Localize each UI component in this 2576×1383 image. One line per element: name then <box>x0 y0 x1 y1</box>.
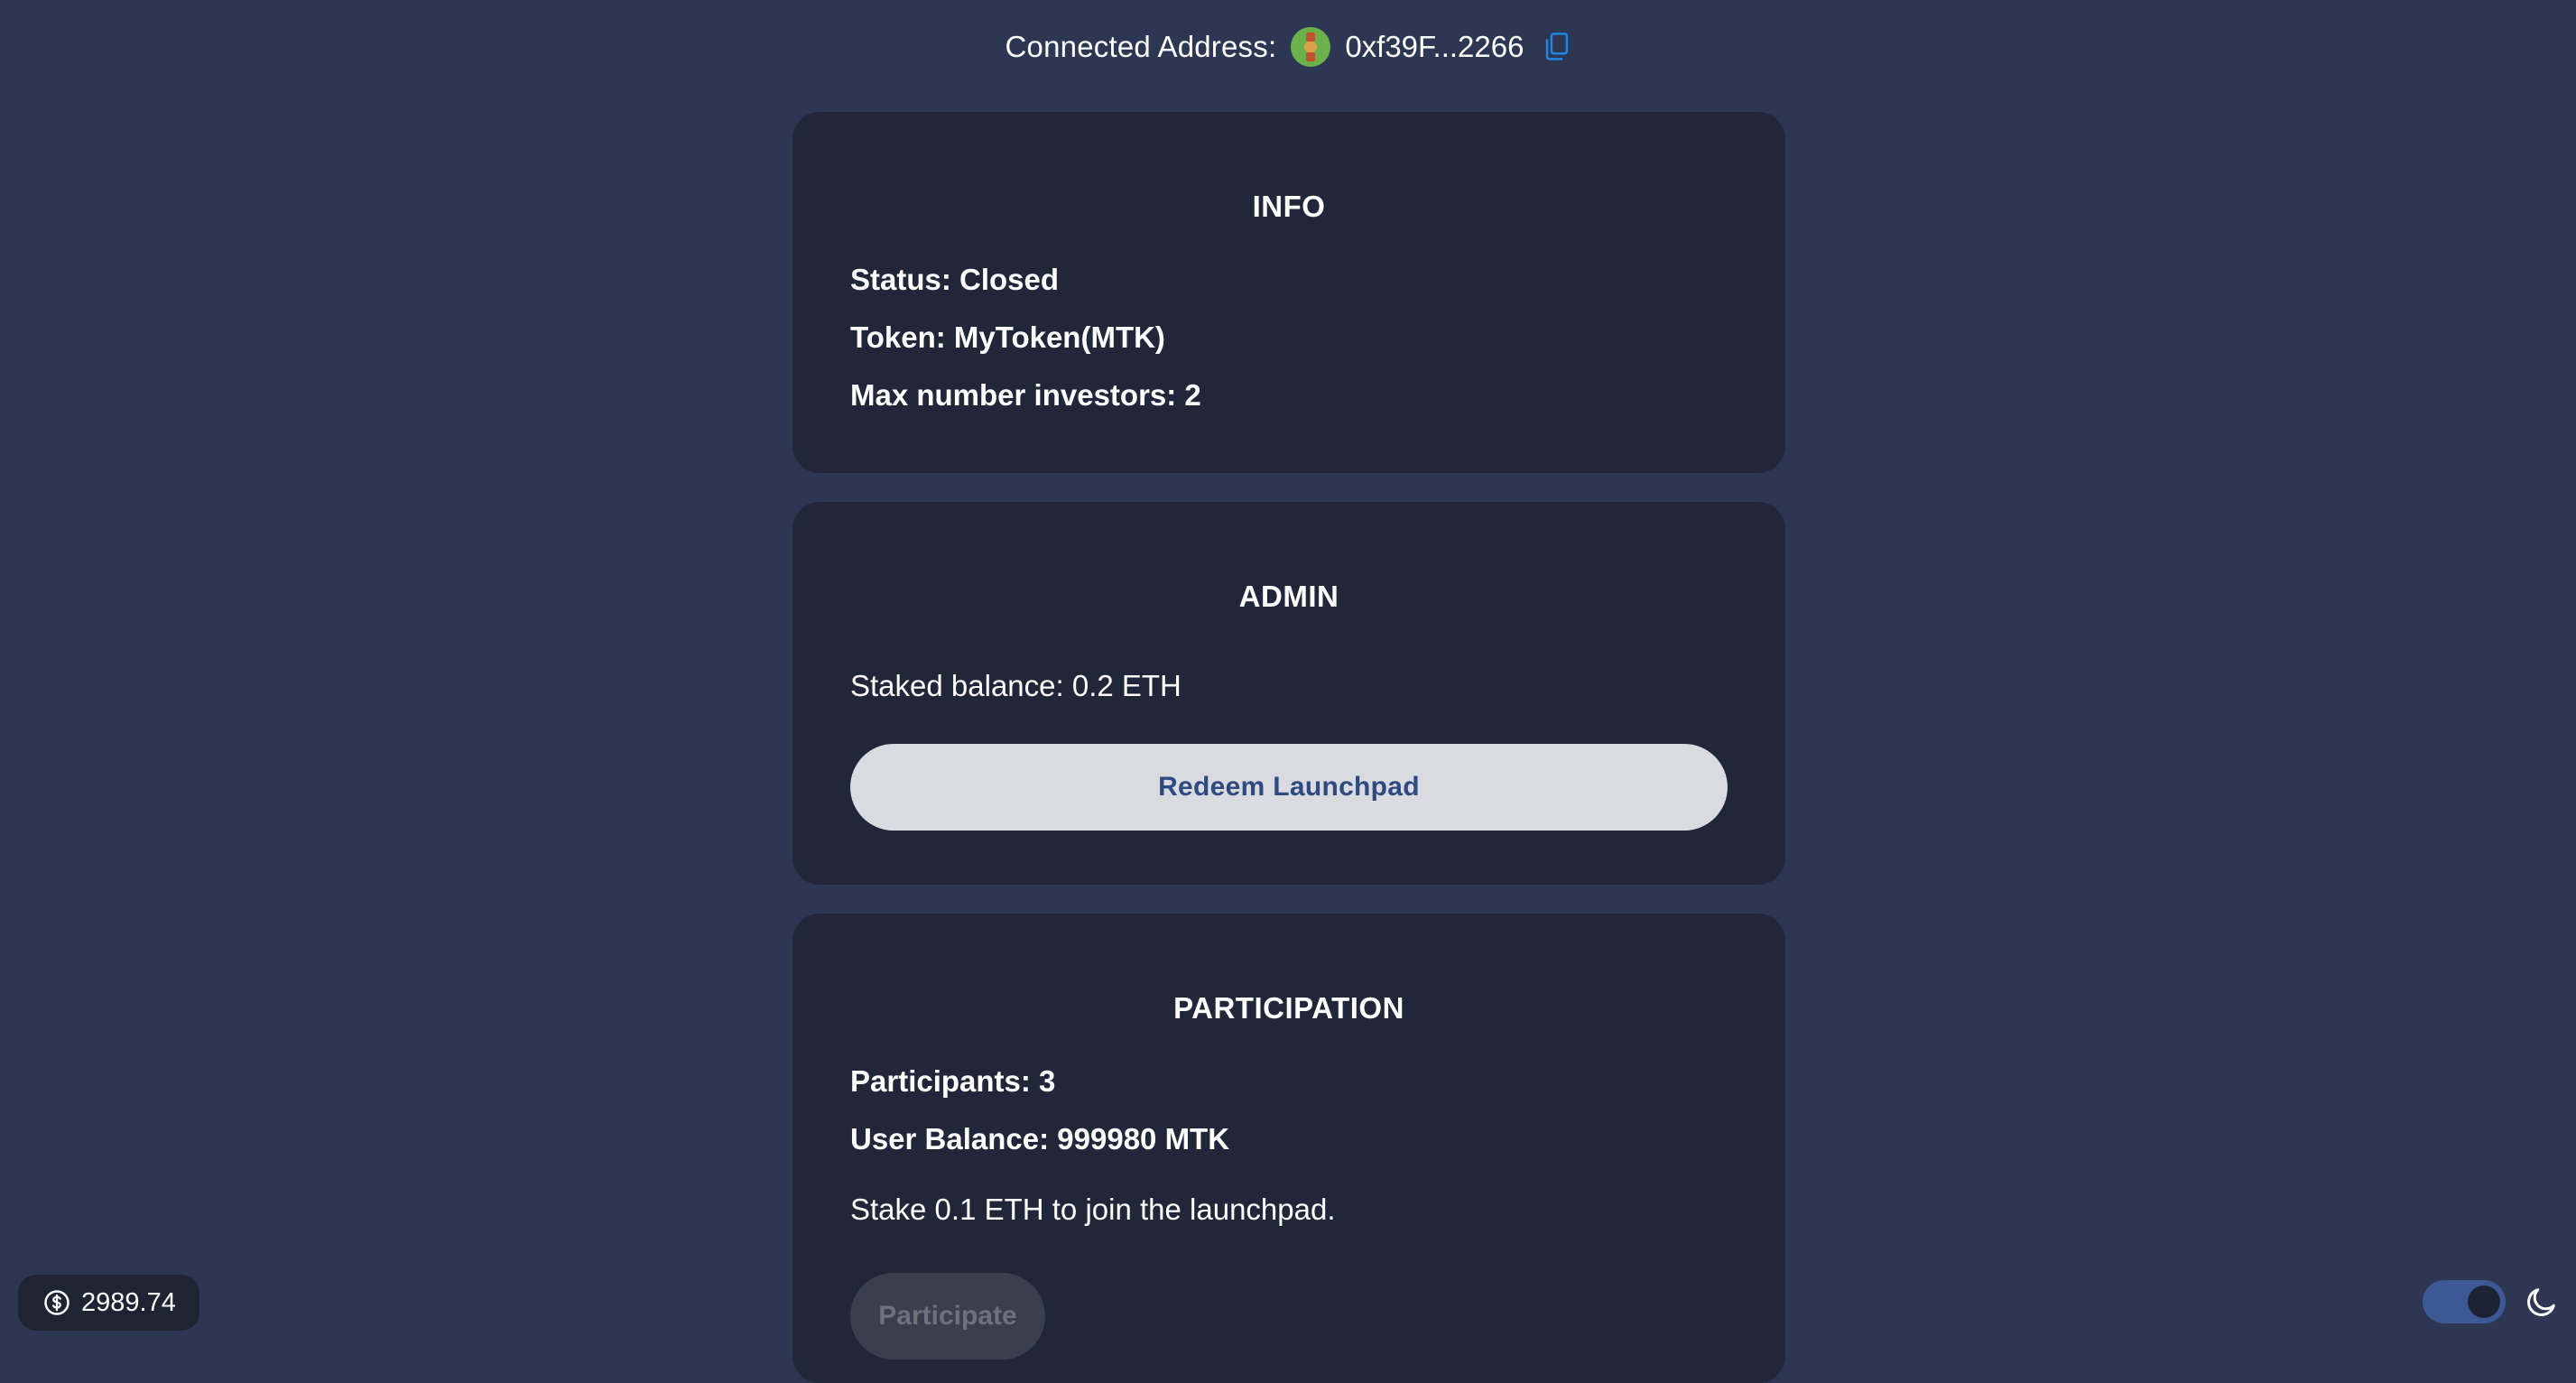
eth-price-badge: 2989.74 <box>18 1275 199 1331</box>
avatar <box>1291 27 1331 67</box>
max-investors-text: Max number investors: 2 <box>850 378 1201 412</box>
toggle-knob <box>2468 1286 2500 1318</box>
redeem-launchpad-button[interactable]: Redeem Launchpad <box>850 744 1728 831</box>
participants-text: Participants: 3 <box>850 1064 1056 1098</box>
theme-switcher <box>2423 1280 2560 1323</box>
status-text: Status: Closed <box>850 263 1060 296</box>
connected-address-bar: Connected Address: 0xf39F...2266 <box>0 20 2576 74</box>
participate-button[interactable]: Participate <box>850 1273 1045 1360</box>
dark-mode-toggle[interactable] <box>2423 1280 2506 1323</box>
participation-card: PARTICIPATION Participants: 3 User Balan… <box>792 914 1785 1383</box>
dollar-circle-icon <box>44 1290 69 1315</box>
connected-address-label: Connected Address: <box>1005 30 1277 63</box>
user-balance-text: User Balance: 999980 MTK <box>850 1122 1230 1156</box>
staked-balance-text: Staked balance: 0.2 ETH <box>850 669 1181 702</box>
moon-icon <box>2527 1288 2555 1316</box>
participation-title: PARTICIPATION <box>1173 991 1404 1025</box>
copy-icon[interactable] <box>1543 32 1571 62</box>
stake-instruction-text: Stake 0.1 ETH to join the launchpad. <box>850 1193 1336 1226</box>
info-card: INFO Status: Closed Token: MyToken(MTK) … <box>792 112 1785 473</box>
info-title: INFO <box>1252 190 1326 223</box>
admin-card: ADMIN Staked balance: 0.2 ETH Redeem Lau… <box>792 502 1785 885</box>
token-text: Token: MyToken(MTK) <box>850 320 1165 354</box>
admin-title: ADMIN <box>1238 580 1339 613</box>
eth-price-value: 2989.74 <box>81 1287 176 1317</box>
wallet-address[interactable]: 0xf39F...2266 <box>1345 30 1524 64</box>
